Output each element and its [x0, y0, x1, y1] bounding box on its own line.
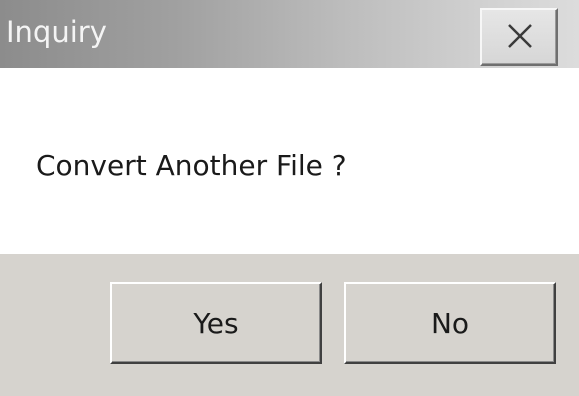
button-bar: Yes No [0, 254, 579, 396]
message-area: Convert Another File ? [0, 68, 579, 254]
close-button[interactable] [480, 8, 558, 66]
title-bar[interactable]: Inquiry [0, 0, 579, 68]
message-text: Convert Another File ? [36, 149, 347, 182]
close-icon [508, 24, 532, 48]
yes-button[interactable]: Yes [110, 282, 322, 364]
inquiry-dialog: Inquiry Convert Another File ? Yes No [0, 0, 579, 396]
no-button[interactable]: No [344, 282, 556, 364]
window-title: Inquiry [6, 15, 107, 49]
